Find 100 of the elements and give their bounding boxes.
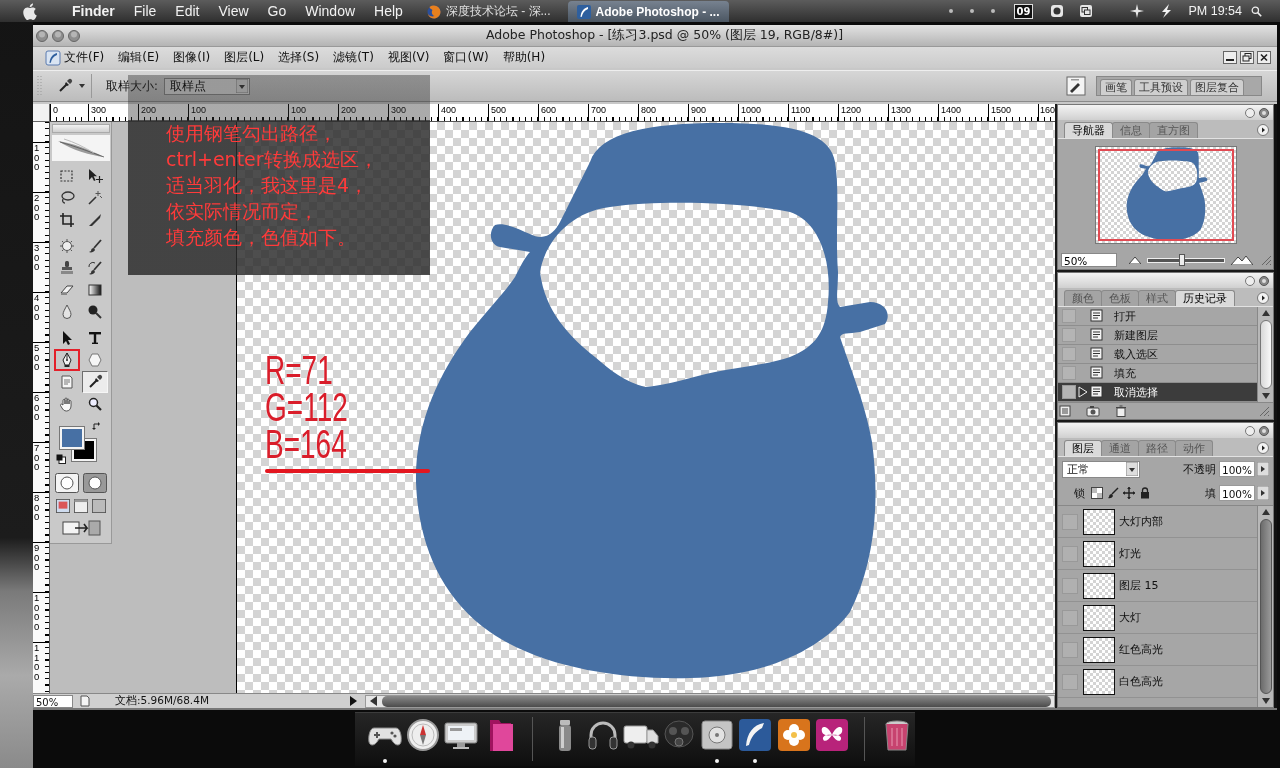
right-triangle-icon[interactable] [1257,486,1269,500]
layer-row[interactable]: 红色高光 [1058,634,1257,666]
blend-mode-dropdown[interactable]: 正常 [1062,460,1140,478]
scrollbar-thumb[interactable] [1259,519,1272,694]
flower-icon[interactable] [775,717,812,753]
menu-item[interactable]: Edit [175,3,200,19]
jump-arrow-icon[interactable] [60,519,101,537]
move-cross-icon[interactable] [1123,487,1135,499]
apple-icon[interactable] [22,2,37,20]
layer-row[interactable]: 灯光 [1058,538,1257,570]
state-marker-icon[interactable] [1078,386,1088,398]
minimize-circle-icon[interactable] [1245,107,1255,118]
tool-button[interactable] [81,371,108,393]
restore-icon[interactable] [1240,51,1254,64]
left-triangle-icon[interactable] [370,696,378,706]
layer-row[interactable]: 大灯 [1058,602,1257,634]
search-icon[interactable] [1251,5,1262,17]
palette-tab[interactable]: 图层复合 [1190,79,1244,95]
right-triangle-icon[interactable] [349,696,357,706]
menu-item[interactable]: View [218,3,249,19]
clock[interactable]: PM 19:54 [1188,4,1242,18]
minimize-circle-icon[interactable] [1245,275,1255,286]
menu-item[interactable]: 窗口(W) [443,49,489,66]
zoom-field[interactable]: 50% [1061,253,1117,267]
window-dot-icon[interactable] [52,29,64,42]
palette-tab[interactable]: 工具预设 [1134,79,1188,95]
camera-icon[interactable] [1086,405,1100,417]
layer-row[interactable]: 大灯内部 [1058,506,1257,538]
menu-item[interactable]: Help [374,3,403,19]
history-item[interactable]: 打开 [1058,307,1257,326]
history-item[interactable]: 载入选区 [1058,345,1257,364]
trash-icon[interactable] [1114,405,1128,417]
swap-arrow-icon[interactable] [91,421,102,431]
lightning-icon[interactable] [1159,4,1174,18]
minimize-circle-icon[interactable] [1245,425,1255,436]
menu-item[interactable]: 选择(S) [278,49,320,66]
down-triangle-icon[interactable] [1260,697,1271,705]
window-dot-icon[interactable] [36,29,48,42]
horizontal-scrollbar[interactable] [365,694,1055,708]
sample-size-dropdown[interactable]: 取样点 [163,77,250,95]
large-mountain-icon[interactable] [1231,255,1253,265]
document-brush-icon[interactable] [1066,76,1086,96]
opacity-field[interactable]: 100% [1219,461,1255,477]
menu-item[interactable]: 视图(V) [387,49,430,66]
panel-tab[interactable]: 导航器 [1064,122,1113,138]
document-icon[interactable] [79,695,91,707]
menu-item[interactable]: File [133,3,157,19]
slider-thumb[interactable] [1179,253,1186,266]
compass-icon[interactable] [405,717,442,753]
new-document-icon[interactable] [1058,405,1072,417]
window-mode-icon[interactable] [91,499,106,513]
butterfly-icon[interactable] [813,717,850,753]
up-triangle-icon[interactable] [1260,508,1271,516]
layer-row[interactable]: 图层 15 [1058,570,1257,602]
menu-item[interactable]: 图像(I) [173,49,211,66]
zoom-field[interactable]: 50% [33,694,73,708]
minimize-icon[interactable] [1223,51,1237,64]
menu-item[interactable]: Window [305,3,356,19]
status-dot-icon[interactable] [969,9,974,13]
fill-field[interactable]: 100% [1219,485,1255,501]
status-dot-icon[interactable] [990,9,995,13]
scrollbar-thumb[interactable] [382,695,1051,707]
default-colors-icon[interactable] [55,454,66,464]
history-item[interactable]: 新建图层 [1058,326,1257,345]
layer-row[interactable]: 白色高光 [1058,666,1257,698]
status-dot-icon[interactable] [948,9,953,13]
overlapping-windows-icon[interactable] [1079,4,1094,18]
close-circle-icon[interactable] [1259,107,1269,118]
menu-item[interactable]: 文件(F) [64,49,105,66]
panel-tab[interactable]: 图层 [1064,440,1102,456]
menu-item[interactable]: 滤镜(T) [333,49,374,66]
resize-grip-icon[interactable] [1260,254,1272,266]
close-icon[interactable] [1257,51,1271,64]
date-badge[interactable]: 09 [1013,3,1034,19]
window-mode-icon[interactable] [73,499,88,513]
small-mountain-icon[interactable] [1129,256,1141,264]
zoom-slider-track[interactable] [1147,257,1225,263]
app-tab[interactable]: 深度技术论坛 - 深... [417,1,560,22]
feather-icon[interactable] [737,717,774,753]
checker-square-icon[interactable] [1091,487,1103,499]
close-circle-icon[interactable] [1259,275,1269,286]
menu-item[interactable]: 帮助(H) [502,49,546,66]
resize-grip-icon[interactable] [1258,405,1270,417]
close-circle-icon[interactable] [1259,425,1269,436]
menu-item[interactable]: 编辑(E) [118,49,160,66]
menu-item[interactable]: Finder [72,3,115,19]
vertical-scrollbar[interactable] [1257,307,1273,402]
circle-square-icon[interactable] [1050,4,1065,18]
window-mode-icon[interactable] [55,499,70,513]
app-tab[interactable]: Adobe Photoshop - ... [567,1,729,22]
history-item[interactable]: 取消选择 [1058,383,1257,402]
grip-icon[interactable] [37,74,43,98]
scrollbar-thumb[interactable] [1259,320,1272,389]
brush-icon[interactable] [1107,487,1119,499]
down-triangle-icon[interactable] [1260,392,1271,400]
menu-item[interactable]: 图层(L) [224,49,265,66]
vertical-scrollbar[interactable] [1257,506,1273,707]
up-triangle-icon[interactable] [1260,309,1271,317]
safe-icon[interactable] [699,717,736,753]
tool-button[interactable] [53,349,80,371]
